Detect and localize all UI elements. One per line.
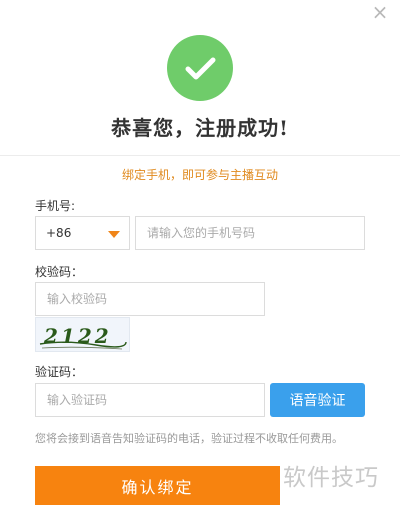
success-title: 恭喜您，注册成功! (111, 116, 289, 140)
confirm-bind-button[interactable]: 确认绑定 (35, 466, 280, 505)
captcha-text: 2122 (43, 324, 112, 348)
country-code-select[interactable]: +86 (35, 216, 130, 250)
phone-label: 手机号: (35, 199, 76, 213)
success-check-icon (167, 35, 233, 101)
close-icon[interactable]: × (370, 2, 390, 22)
voice-verify-button[interactable]: 语音验证 (270, 383, 365, 417)
verify-code-label: 验证码： (35, 365, 84, 379)
bind-phone-tip: 绑定手机，即可参与主播互动 (121, 168, 278, 182)
voice-verify-hint: 您将会接到语音告知验证码的电话，验证过程不收取任何费用。 (35, 432, 343, 445)
country-code-value: +86 (46, 226, 72, 240)
watermark-text: 软件技巧 (283, 465, 379, 491)
verify-code-input[interactable] (35, 383, 265, 417)
phone-input[interactable] (135, 216, 365, 250)
divider (0, 155, 400, 156)
captcha-label: 校验码： (35, 265, 84, 279)
captcha-input[interactable] (35, 282, 265, 316)
captcha-image[interactable]: 2122 (35, 317, 130, 352)
chevron-down-icon (108, 231, 120, 238)
